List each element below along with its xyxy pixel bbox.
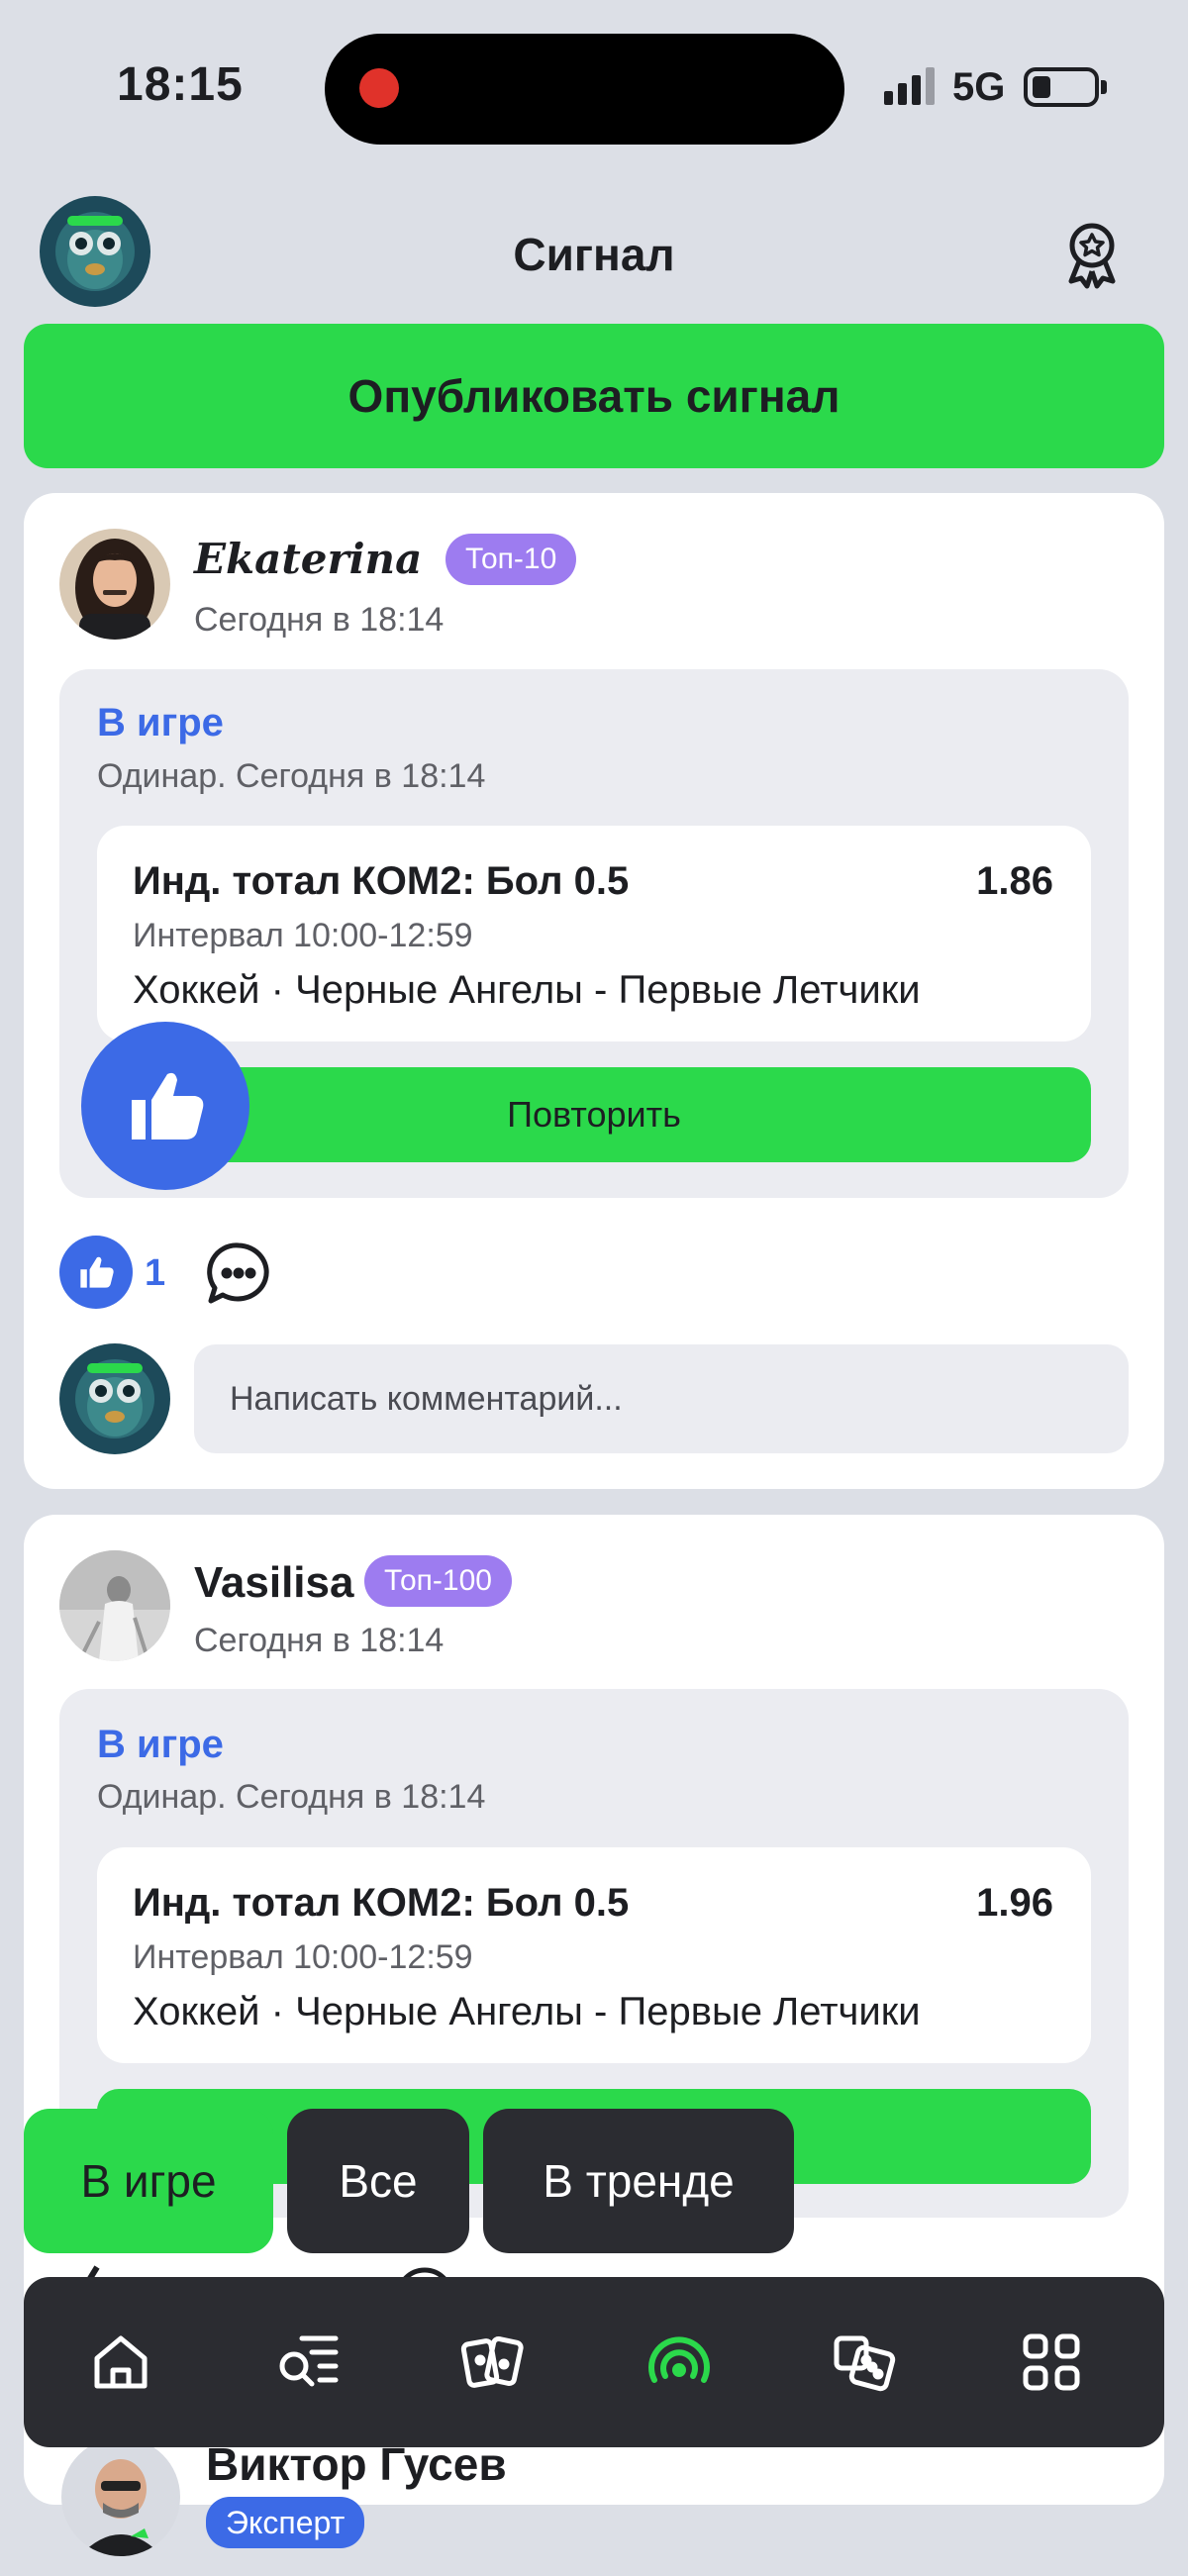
username[interactable]: Vasilisa xyxy=(194,1558,353,1608)
cellular-signal-icon xyxy=(884,67,935,105)
home-icon[interactable] xyxy=(79,2321,162,2404)
page-title: Сигнал xyxy=(513,229,675,280)
expert-badge: Эксперт xyxy=(206,2497,365,2548)
comment-icon[interactable] xyxy=(204,1239,273,1309)
battery-icon xyxy=(1024,67,1099,107)
rank-badge: Топ-100 xyxy=(364,1555,512,1607)
search-list-icon[interactable] xyxy=(265,2321,348,2404)
my-avatar-small xyxy=(59,1343,170,1454)
bet-type: Одинар. Сегодня в 18:14 xyxy=(97,757,486,795)
bet-interval: Интервал 10:00-12:59 xyxy=(133,1938,473,1976)
bet-type: Одинар. Сегодня в 18:14 xyxy=(97,1778,486,1816)
user-avatar[interactable] xyxy=(59,1550,170,1661)
like-count: 1 xyxy=(145,1252,166,1294)
filter-trending[interactable]: В тренде xyxy=(483,2109,794,2253)
award-icon[interactable] xyxy=(1057,220,1127,289)
post-time: Сегодня в 18:14 xyxy=(194,1622,445,1659)
expert-avatar[interactable] xyxy=(61,2437,180,2556)
filter-all[interactable]: Все xyxy=(287,2109,469,2253)
recording-indicator-icon xyxy=(359,68,399,108)
filter-in-game[interactable]: В игре xyxy=(24,2109,273,2253)
like-reaction-icon[interactable] xyxy=(81,1022,249,1190)
apps-grid-icon[interactable] xyxy=(1010,2321,1093,2404)
bet-title: Инд. тотал КОМ2: Бол 0.5 xyxy=(133,859,630,903)
signal-icon[interactable] xyxy=(638,2321,721,2404)
like-icon[interactable] xyxy=(59,1236,133,1309)
post-time: Сегодня в 18:14 xyxy=(194,601,445,639)
status-time: 18:15 xyxy=(117,58,244,111)
username[interactable]: Ekaterina xyxy=(194,535,422,583)
dynamic-island xyxy=(325,34,844,145)
bet-odds: 1.86 xyxy=(976,859,1053,903)
network-type: 5G xyxy=(952,65,1006,109)
bet-status: В игре xyxy=(97,701,224,744)
bet-title: Инд. тотал КОМ2: Бол 0.5 xyxy=(133,1881,630,1925)
comment-input[interactable]: Написать комментарий... xyxy=(194,1344,1129,1453)
rank-badge: Топ-10 xyxy=(446,534,577,585)
battery-tip xyxy=(1101,80,1107,94)
publish-signal-button[interactable]: Опубликовать сигнал xyxy=(24,324,1164,468)
user-avatar[interactable] xyxy=(59,529,170,640)
cards-icon[interactable] xyxy=(451,2321,535,2404)
dice-icon[interactable] xyxy=(824,2321,907,2404)
match-name: Хоккей · Черные Ангелы - Первые Летчики xyxy=(133,968,921,1012)
bottom-nav xyxy=(24,2277,1164,2447)
bet-odds: 1.96 xyxy=(976,1881,1053,1925)
bet-status: В игре xyxy=(97,1723,224,1766)
bet-interval: Интервал 10:00-12:59 xyxy=(133,917,473,954)
match-name: Хоккей · Черные Ангелы - Первые Летчики xyxy=(133,1990,921,2033)
